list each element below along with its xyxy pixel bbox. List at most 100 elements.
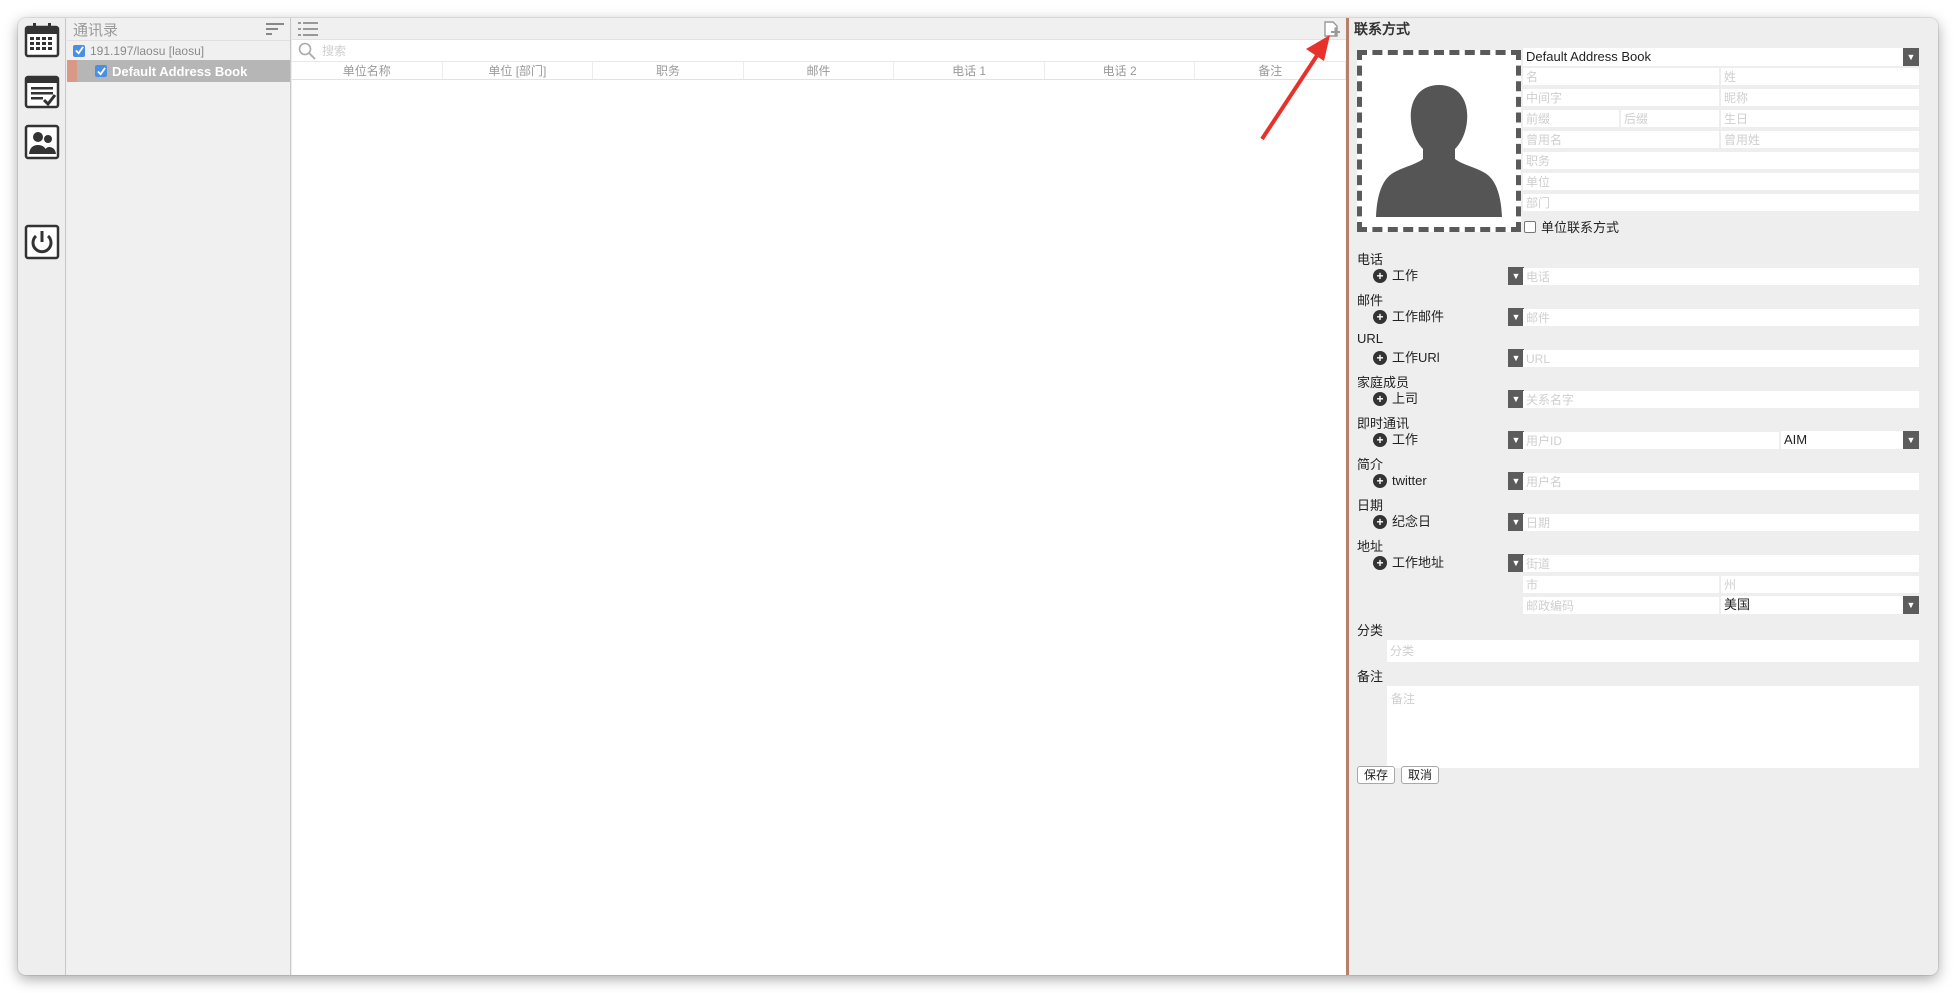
address-books-panel: 通讯录 191.197/laosu [laosu] Default Addres… <box>67 18 291 975</box>
address-book-select[interactable]: Default Address Book ▼ <box>1523 48 1919 66</box>
zip-input[interactable] <box>1523 597 1719 614</box>
power-icon[interactable] <box>24 224 60 260</box>
add-phone-icon[interactable]: + <box>1373 269 1387 283</box>
last-name-input[interactable] <box>1721 68 1919 85</box>
address-book-item[interactable]: Default Address Book <box>67 60 290 82</box>
suffix-field[interactable] <box>1621 110 1719 127</box>
company-field[interactable] <box>1523 173 1919 190</box>
former-first-name-field[interactable] <box>1523 131 1719 148</box>
add-relation-icon[interactable]: + <box>1373 392 1387 406</box>
company-contact-checkbox[interactable]: 单位联系方式 <box>1524 217 1619 236</box>
category-input[interactable] <box>1387 640 1919 662</box>
column-job-title[interactable]: 职务 <box>593 62 744 79</box>
contacts-icon[interactable] <box>24 124 60 160</box>
first-name-input[interactable] <box>1523 68 1719 85</box>
search-input[interactable] <box>322 43 622 58</box>
zip-field[interactable] <box>1523 597 1719 614</box>
column-department[interactable]: 单位 [部门] <box>443 62 594 79</box>
im-user-input[interactable] <box>1523 432 1779 449</box>
phone-field[interactable] <box>1523 268 1919 285</box>
prefix-field[interactable] <box>1523 110 1619 127</box>
column-phone-1[interactable]: 电话 1 <box>894 62 1045 79</box>
last-name-field[interactable] <box>1721 68 1919 85</box>
former-last-name-input[interactable] <box>1721 131 1919 148</box>
street-field[interactable] <box>1523 555 1919 572</box>
notes-input[interactable] <box>1387 686 1919 768</box>
add-url-icon[interactable]: + <box>1373 351 1387 365</box>
job-title-field[interactable] <box>1523 152 1919 169</box>
email-input[interactable] <box>1523 309 1919 326</box>
address-type-select[interactable]: 工作地址 ▼ <box>1392 554 1524 572</box>
job-title-input[interactable] <box>1523 152 1919 169</box>
tasks-icon[interactable] <box>24 74 60 110</box>
department-input[interactable] <box>1523 194 1919 211</box>
former-first-name-input[interactable] <box>1523 131 1719 148</box>
account-row[interactable]: 191.197/laosu [laosu] <box>67 40 290 60</box>
im-user-field[interactable] <box>1523 432 1779 449</box>
column-email[interactable]: 邮件 <box>744 62 895 79</box>
company-input[interactable] <box>1523 173 1919 190</box>
relation-type-value: 上司 <box>1392 391 1419 406</box>
relation-field[interactable] <box>1523 391 1919 408</box>
nickname-field[interactable] <box>1721 89 1919 106</box>
prefix-input[interactable] <box>1523 110 1619 127</box>
add-contact-icon[interactable] <box>1322 20 1340 38</box>
contact-photo[interactable] <box>1357 50 1521 232</box>
avatar-icon <box>1376 85 1502 217</box>
category-field[interactable] <box>1387 640 1919 662</box>
birthday-field[interactable] <box>1721 110 1919 127</box>
email-field[interactable] <box>1523 309 1919 326</box>
profile-type-select[interactable]: twitter ▼ <box>1392 472 1524 490</box>
first-name-field[interactable] <box>1523 68 1719 85</box>
profile-field[interactable] <box>1523 473 1919 490</box>
add-address-icon[interactable]: + <box>1373 556 1387 570</box>
middle-name-input[interactable] <box>1523 89 1719 106</box>
url-input[interactable] <box>1523 350 1919 367</box>
former-last-name-field[interactable] <box>1721 131 1919 148</box>
add-im-icon[interactable]: + <box>1373 433 1387 447</box>
state-field[interactable] <box>1721 576 1919 593</box>
relation-input[interactable] <box>1523 391 1919 408</box>
phone-input[interactable] <box>1523 268 1919 285</box>
calendar-icon[interactable] <box>24 22 60 58</box>
url-field[interactable] <box>1523 350 1919 367</box>
im-service-select[interactable]: AIM ▼ <box>1781 431 1919 449</box>
column-phone-2[interactable]: 电话 2 <box>1045 62 1196 79</box>
column-notes[interactable]: 备注 <box>1195 62 1347 79</box>
relation-type-select[interactable]: 上司 ▼ <box>1392 390 1524 408</box>
city-field[interactable] <box>1523 576 1719 593</box>
url-type-select[interactable]: 工作URl ▼ <box>1392 349 1524 367</box>
street-input[interactable] <box>1523 555 1919 572</box>
cancel-button[interactable]: 取消 <box>1401 766 1440 784</box>
add-date-icon[interactable]: + <box>1373 515 1387 529</box>
search-bar <box>292 40 1346 62</box>
suffix-input[interactable] <box>1621 110 1719 127</box>
date-field[interactable] <box>1523 514 1919 531</box>
profile-input[interactable] <box>1523 473 1919 490</box>
company-contact-label: 单位联系方式 <box>1541 220 1620 235</box>
sort-icon[interactable] <box>266 22 284 36</box>
country-select[interactable]: 美国 ▼ <box>1721 596 1919 614</box>
add-profile-icon[interactable]: + <box>1373 474 1387 488</box>
add-email-icon[interactable]: + <box>1373 310 1387 324</box>
list-menu-icon[interactable] <box>298 21 318 37</box>
date-input[interactable] <box>1523 514 1919 531</box>
date-type-select[interactable]: 纪念日 ▼ <box>1392 513 1524 531</box>
checkbox-box[interactable] <box>1524 220 1536 233</box>
book-checkbox[interactable] <box>95 65 107 77</box>
nickname-input[interactable] <box>1721 89 1919 106</box>
section-im: 即时通讯 <box>1357 416 1410 431</box>
save-button[interactable]: 保存 <box>1357 766 1396 784</box>
account-checkbox[interactable] <box>73 44 85 57</box>
im-type-select[interactable]: 工作 ▼ <box>1392 431 1524 449</box>
im-service-value: AIM <box>1784 432 1808 447</box>
birthday-input[interactable] <box>1721 110 1919 127</box>
column-company[interactable]: 单位名称 <box>292 62 443 79</box>
books-header: 通讯录 <box>67 18 290 40</box>
department-field[interactable] <box>1523 194 1919 211</box>
phone-type-select[interactable]: 工作 ▼ <box>1392 267 1524 285</box>
email-type-select[interactable]: 工作邮件 ▼ <box>1392 308 1524 326</box>
state-input[interactable] <box>1721 576 1919 593</box>
middle-name-field[interactable] <box>1523 89 1719 106</box>
city-input[interactable] <box>1523 576 1719 593</box>
